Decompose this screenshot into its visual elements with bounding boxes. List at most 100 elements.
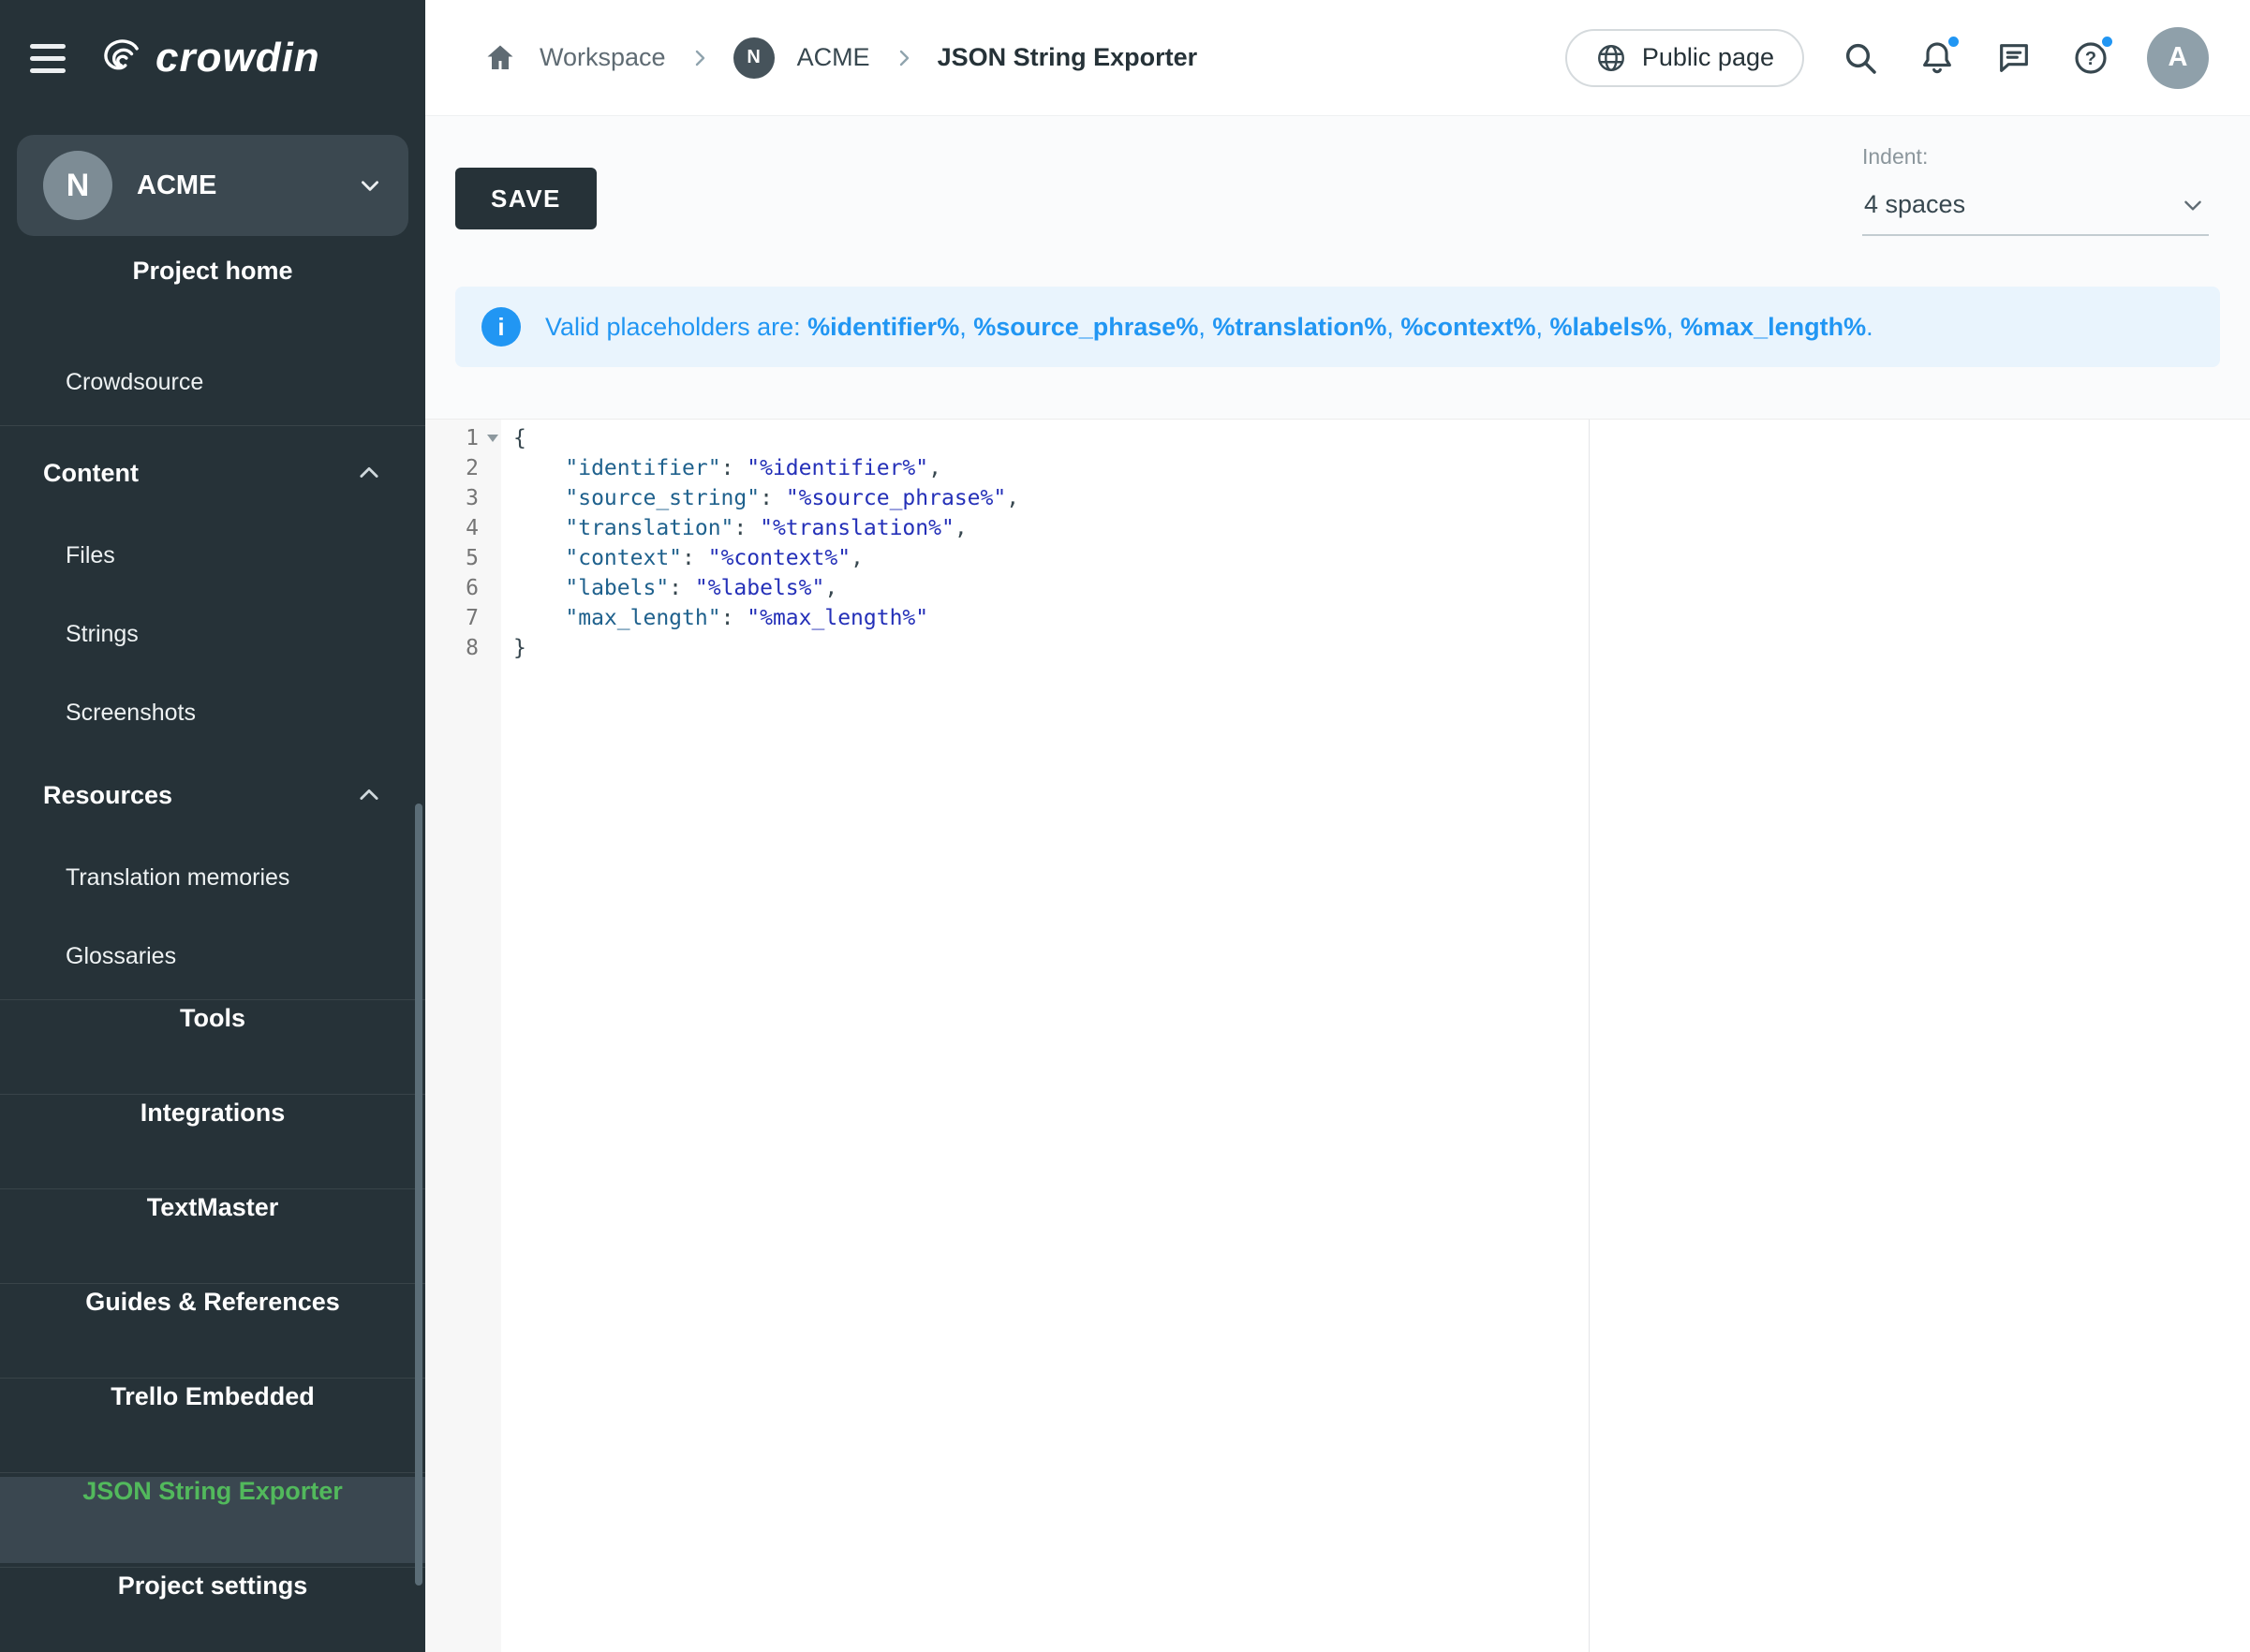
sidebar-item-label: Glossaries [66, 943, 176, 970]
sidebar-item-tools[interactable]: Tools [0, 1004, 425, 1090]
sidebar-item-files[interactable]: Files [0, 516, 425, 595]
code-line: "translation": "%translation%", [513, 513, 2250, 543]
search-button[interactable] [1840, 37, 1881, 79]
sidebar-item-integrations[interactable]: Integrations [0, 1099, 425, 1185]
sidebar-scrollbar[interactable] [415, 804, 422, 1586]
sidebar-divider [0, 1188, 425, 1189]
code-editor[interactable]: 12345678 { "identifier": "%identifier%",… [425, 419, 2250, 1652]
sidebar-divider [0, 1378, 425, 1379]
line-number: 5 [425, 543, 501, 573]
breadcrumb-page-title: JSON String Exporter [938, 43, 1198, 72]
chevron-right-icon [688, 47, 711, 69]
svg-text:?: ? [2085, 49, 2096, 69]
chat-icon [1995, 39, 2033, 77]
line-number: 2 [425, 453, 501, 483]
sidebar-item-label: Project home [132, 257, 292, 286]
indent-select[interactable]: 4 spaces [1862, 184, 2209, 236]
line-number: 3 [425, 483, 501, 513]
indent-control: Indent: 4 spaces [1862, 144, 2209, 236]
sidebar-item-label: Tools [180, 1004, 245, 1033]
editor-ruler [1589, 420, 1590, 1652]
app: crowdin N ACME Project home Crowdsource Co… [0, 0, 2250, 1652]
line-number: 8 [425, 633, 501, 663]
code-line: "context": "%context%", [513, 543, 2250, 573]
breadcrumb: Workspace N ACME JSON String Exporter [483, 37, 1197, 79]
sidebar-item-crowdsource[interactable]: Crowdsource [0, 343, 425, 421]
banner-text: Valid placeholders are: %identifier%, %s… [545, 313, 1873, 342]
line-number: 6 [425, 573, 501, 603]
crowdin-logo[interactable]: crowdin [94, 33, 320, 83]
save-button[interactable]: SAVE [455, 168, 597, 229]
sidebar-item-label: Files [66, 542, 115, 569]
breadcrumb-project-avatar: N [733, 37, 775, 79]
sidebar-item-project-home[interactable]: Project home [0, 257, 425, 343]
sidebar-item-guides-references[interactable]: Guides & References [0, 1288, 425, 1374]
line-number: 7 [425, 603, 501, 633]
workspace-avatar: N [43, 151, 112, 220]
topbar: Workspace N ACME JSON String Exporter [425, 0, 2250, 116]
sidebar-item-content[interactable]: Content [0, 430, 425, 516]
workspace-name: ACME [137, 170, 333, 201]
sidebar-divider [0, 1567, 425, 1568]
editor-gutter: 12345678 [425, 420, 501, 1652]
editor-code[interactable]: { "identifier": "%identifier%", "source_… [501, 420, 2250, 1652]
sidebar-item-translation-memories[interactable]: Translation memories [0, 838, 425, 917]
sidebar-item-trello-embedded[interactable]: Trello Embedded [0, 1382, 425, 1468]
chevron-up-icon [356, 460, 382, 486]
help-notification-dot [2099, 34, 2115, 50]
line-number: 4 [425, 513, 501, 543]
sidebar-divider [0, 1283, 425, 1284]
chevron-down-icon [2181, 193, 2205, 217]
sidebar-item-strings[interactable]: Strings [0, 595, 425, 673]
sidebar-header: crowdin [0, 0, 425, 116]
info-banner: i Valid placeholders are: %identifier%, … [455, 287, 2220, 367]
breadcrumb-workspace[interactable]: Workspace [540, 43, 666, 72]
sidebar-item-label: Integrations [141, 1099, 286, 1128]
breadcrumb-project[interactable]: ACME [797, 43, 870, 72]
notifications-button[interactable] [1917, 37, 1958, 79]
hamburger-icon[interactable] [28, 38, 67, 79]
sidebar-item-glossaries[interactable]: Glossaries [0, 917, 425, 996]
sidebar-item-resources[interactable]: Resources [0, 752, 425, 838]
sidebar-item-project-settings[interactable]: Project settings [0, 1571, 425, 1652]
sidebar-item-screenshots[interactable]: Screenshots [0, 673, 425, 752]
sidebar-divider [0, 1094, 425, 1095]
sidebar-item-label: Project settings [118, 1571, 308, 1600]
crowdin-logo-icon [94, 33, 144, 83]
sidebar-item-label: Guides & References [85, 1288, 340, 1317]
sidebar: crowdin N ACME Project home Crowdsource Co… [0, 0, 425, 1652]
sidebar-item-label: Strings [66, 621, 139, 648]
sidebar-item-label: Translation memories [66, 864, 289, 892]
sidebar-divider [0, 999, 425, 1000]
sidebar-item-label: Trello Embedded [111, 1382, 315, 1411]
search-icon [1842, 39, 1879, 77]
sidebar-item-json-string-exporter[interactable]: JSON String Exporter [0, 1477, 425, 1563]
code-line: "identifier": "%identifier%", [513, 453, 2250, 483]
info-icon: i [481, 307, 521, 347]
crowdin-logo-text: crowdin [155, 35, 320, 81]
sidebar-item-label: TextMaster [147, 1193, 279, 1222]
content-toolbar: SAVE Indent: 4 spaces i Valid placeholde… [425, 116, 2250, 419]
indent-label: Indent: [1862, 144, 2209, 170]
chevron-up-icon [356, 782, 382, 808]
user-avatar[interactable]: A [2147, 27, 2209, 89]
workspace-selector[interactable]: N ACME [17, 135, 408, 236]
public-page-button[interactable]: Public page [1565, 29, 1804, 87]
sidebar-item-textmaster[interactable]: TextMaster [0, 1193, 425, 1279]
sidebar-item-label: Screenshots [66, 700, 196, 727]
indent-value: 4 spaces [1864, 190, 1965, 219]
fold-arrow-icon[interactable] [487, 435, 498, 442]
code-line: "labels": "%labels%", [513, 573, 2250, 603]
sidebar-item-label: Content [43, 459, 139, 488]
topbar-actions: Public page [1565, 27, 2209, 89]
content: SAVE Indent: 4 spaces i Valid placeholde… [425, 116, 2250, 1652]
sidebar-divider [0, 425, 425, 426]
code-line: { [513, 423, 2250, 453]
sidebar-item-label: Crowdsource [66, 369, 203, 396]
globe-icon [1595, 42, 1627, 74]
messages-button[interactable] [1993, 37, 2035, 79]
help-button[interactable]: ? [2070, 37, 2111, 79]
home-icon[interactable] [483, 41, 517, 75]
public-page-label: Public page [1642, 43, 1774, 72]
sidebar-item-label: Resources [43, 781, 172, 810]
